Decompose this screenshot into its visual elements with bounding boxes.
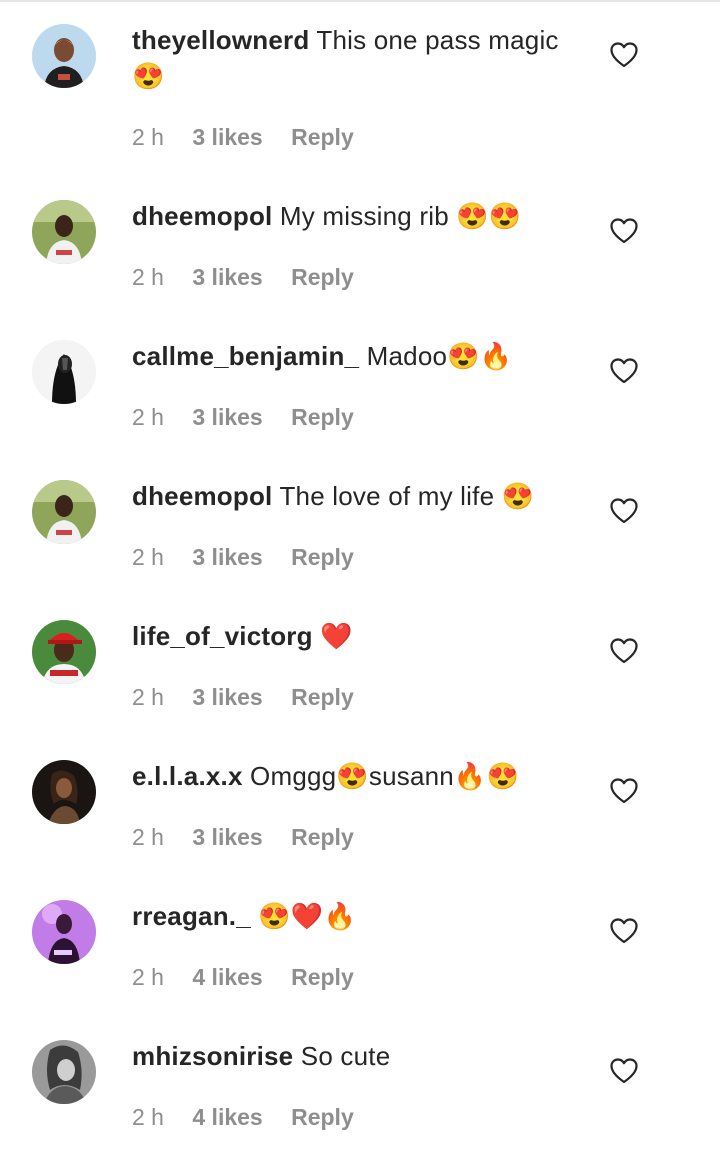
comment-time: 2 h: [132, 684, 164, 710]
comment-time: 2 h: [132, 124, 164, 150]
comment-time: 2 h: [132, 404, 164, 430]
comment-text: The love of my life 😍: [279, 481, 535, 511]
comment-time: 2 h: [132, 544, 164, 570]
comment-body: theyellownerd This one pass magic 😍: [132, 22, 592, 94]
heart-outline-icon[interactable]: [610, 778, 638, 804]
comment-text: 😍❤️🔥: [258, 901, 357, 931]
comment-item: life_of_victorg ❤️ 2 h 3 likes Reply: [0, 596, 720, 736]
avatar[interactable]: [32, 24, 96, 88]
comment-meta: 2 h 3 likes Reply: [132, 684, 376, 711]
heart-outline-icon[interactable]: [610, 638, 638, 664]
heart-outline-icon[interactable]: [610, 358, 638, 384]
comment-time: 2 h: [132, 964, 164, 990]
avatar[interactable]: [32, 340, 96, 404]
comment-likes[interactable]: 3 likes: [192, 124, 262, 150]
comment-meta: 2 h 4 likes Reply: [132, 1104, 376, 1131]
comment-meta: 2 h 3 likes Reply: [132, 264, 376, 291]
comment-username[interactable]: theyellownerd: [132, 25, 309, 55]
comment-time: 2 h: [132, 264, 164, 290]
avatar[interactable]: [32, 480, 96, 544]
comment-text: Omggg😍susann🔥😍: [250, 761, 520, 791]
comment-item: dheemopol The love of my life 😍 2 h 3 li…: [0, 456, 720, 596]
comment-text: Madoo😍🔥: [366, 341, 513, 371]
comment-item: rreagan._ 😍❤️🔥 2 h 4 likes Reply: [0, 876, 720, 1016]
comment-item: mhizsonirise So cute 2 h 4 likes Reply: [0, 1016, 720, 1156]
comment-username[interactable]: callme_benjamin_: [132, 341, 359, 371]
comment-meta: 2 h 3 likes Reply: [132, 544, 376, 571]
comment-likes[interactable]: 4 likes: [192, 1104, 262, 1130]
comment-username[interactable]: life_of_victorg: [132, 621, 313, 651]
comment-username[interactable]: rreagan._: [132, 901, 251, 931]
comment-text: So cute: [300, 1041, 391, 1071]
reply-button[interactable]: Reply: [291, 124, 354, 150]
comment-meta: 2 h 4 likes Reply: [132, 964, 376, 991]
comment-likes[interactable]: 3 likes: [192, 404, 262, 430]
comment-item: callme_benjamin_ Madoo😍🔥 2 h 3 likes Rep…: [0, 316, 720, 456]
comment-body: life_of_victorg ❤️: [132, 618, 592, 654]
comment-body: callme_benjamin_ Madoo😍🔥: [132, 338, 592, 374]
comment-body: mhizsonirise So cute: [132, 1038, 592, 1074]
reply-button[interactable]: Reply: [291, 544, 354, 570]
comment-likes[interactable]: 3 likes: [192, 544, 262, 570]
avatar[interactable]: [32, 900, 96, 964]
comment-likes[interactable]: 3 likes: [192, 824, 262, 850]
reply-button[interactable]: Reply: [291, 1104, 354, 1130]
comment-body: e.l.l.a.x.x Omggg😍susann🔥😍: [132, 758, 592, 794]
heart-outline-icon[interactable]: [610, 918, 638, 944]
heart-outline-icon[interactable]: [610, 42, 638, 68]
comment-body: rreagan._ 😍❤️🔥: [132, 898, 592, 934]
comment-meta: 2 h 3 likes Reply: [132, 404, 376, 431]
reply-button[interactable]: Reply: [291, 264, 354, 290]
comment-meta: 2 h 3 likes Reply: [132, 124, 376, 151]
comment-time: 2 h: [132, 824, 164, 850]
reply-button[interactable]: Reply: [291, 824, 354, 850]
comment-time: 2 h: [132, 1104, 164, 1130]
comment-likes[interactable]: 3 likes: [192, 684, 262, 710]
comment-username[interactable]: dheemopol: [132, 481, 272, 511]
avatar[interactable]: [32, 200, 96, 264]
comment-text: ❤️: [320, 621, 353, 651]
heart-outline-icon[interactable]: [610, 498, 638, 524]
avatar[interactable]: [32, 1040, 96, 1104]
comment-username[interactable]: e.l.l.a.x.x: [132, 761, 243, 791]
comment-item: theyellownerd This one pass magic 😍 2 h …: [0, 0, 720, 150]
comment-meta: 2 h 3 likes Reply: [132, 824, 376, 851]
reply-button[interactable]: Reply: [291, 964, 354, 990]
reply-button[interactable]: Reply: [291, 404, 354, 430]
avatar[interactable]: [32, 760, 96, 824]
comment-username[interactable]: dheemopol: [132, 201, 272, 231]
comment-item: dheemopol My missing rib 😍😍 2 h 3 likes …: [0, 176, 720, 316]
comment-username[interactable]: mhizsonirise: [132, 1041, 293, 1071]
reply-button[interactable]: Reply: [291, 684, 354, 710]
heart-outline-icon[interactable]: [610, 1058, 638, 1084]
comment-text: My missing rib 😍😍: [279, 201, 522, 231]
comment-likes[interactable]: 4 likes: [192, 964, 262, 990]
comment-body: dheemopol My missing rib 😍😍: [132, 198, 592, 234]
comment-likes[interactable]: 3 likes: [192, 264, 262, 290]
avatar[interactable]: [32, 620, 96, 684]
comment-item: e.l.l.a.x.x Omggg😍susann🔥😍 2 h 3 likes R…: [0, 736, 720, 876]
comment-body: dheemopol The love of my life 😍: [132, 478, 592, 514]
heart-outline-icon[interactable]: [610, 218, 638, 244]
